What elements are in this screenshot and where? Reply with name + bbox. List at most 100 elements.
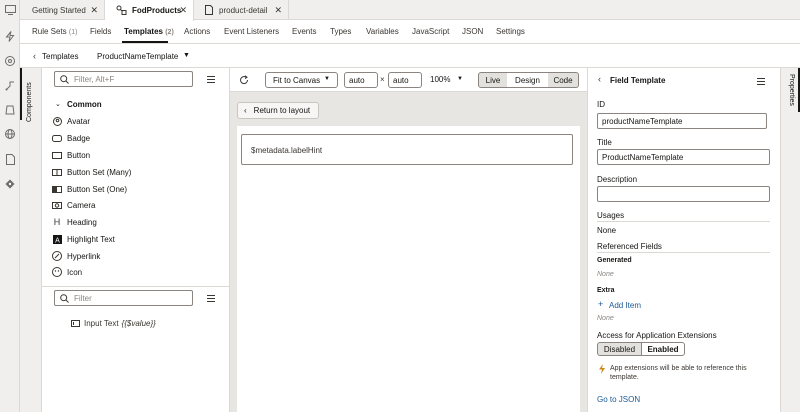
design-canvas[interactable]: $metadata.labelHint [237, 126, 580, 412]
go-to-json-link[interactable]: Go to JSON [597, 395, 640, 404]
process-icon[interactable] [4, 80, 16, 92]
add-icon[interactable]: + [598, 299, 603, 309]
avatar-icon [52, 116, 62, 126]
caret-down-icon[interactable]: ▼ [183, 52, 190, 59]
input-text-icon [71, 319, 81, 328]
zoom-dropdown[interactable]: 100% [430, 75, 450, 84]
canvas-width-input[interactable]: auto [344, 72, 378, 88]
component-badge[interactable]: Badge [52, 133, 90, 143]
breadcrumb-current[interactable]: ProductNameTemplate [97, 52, 178, 61]
tab-event-listeners[interactable]: Event Listeners [224, 27, 279, 36]
component-heading[interactable]: H Heading [52, 217, 97, 227]
chevron-left-icon[interactable]: ‹ [33, 51, 36, 61]
generated-label: Generated [597, 257, 632, 264]
component-avatar[interactable]: Avatar [52, 116, 90, 126]
structure-item-input-text[interactable]: Input Text {{$value}} [71, 319, 156, 328]
id-field[interactable]: productNameTemplate [597, 113, 767, 129]
enabled-toggle[interactable]: Enabled [641, 342, 685, 356]
refresh-icon[interactable] [238, 74, 249, 85]
return-to-layout-button[interactable]: ‹ Return to layout [237, 102, 319, 119]
business-object-icon [116, 5, 127, 15]
menu-icon[interactable] [756, 76, 766, 86]
caret-down-icon[interactable]: ▼ [457, 76, 463, 82]
tab-fields[interactable]: Fields [90, 27, 111, 36]
lightning-icon [597, 364, 606, 374]
button-icon [52, 150, 62, 160]
times-sign: × [380, 75, 385, 84]
canvas-height-input[interactable]: auto [388, 72, 422, 88]
monitor-icon[interactable] [4, 4, 16, 16]
chevron-left-icon[interactable]: ‹ [598, 74, 601, 84]
tab-events[interactable]: Events [292, 27, 316, 36]
properties-strip-label[interactable]: Properties [788, 74, 795, 106]
components-filter-input[interactable]: Filter, Alt+F [54, 71, 193, 87]
live-toggle[interactable]: Live [478, 72, 508, 88]
tab-types[interactable]: Types [330, 27, 351, 36]
badge-icon [52, 133, 62, 143]
tab-product-detail[interactable]: product-detail ✕ [194, 0, 289, 20]
component-camera[interactable]: Camera [52, 200, 95, 210]
components-panel: Filter, Alt+F ⌄ Common Avatar Badge Butt… [42, 68, 230, 412]
menu-icon[interactable] [206, 293, 216, 303]
title-field[interactable]: ProductNameTemplate [597, 149, 770, 165]
disabled-toggle[interactable]: Disabled [597, 342, 642, 356]
components-strip-label[interactable]: Components [26, 82, 33, 122]
properties-strip[interactable]: Properties [780, 68, 800, 412]
structure-filter-input[interactable]: Filter [54, 290, 193, 306]
button-set-icon [52, 167, 62, 177]
generated-value: None [597, 271, 614, 278]
components-strip[interactable]: Components [20, 68, 42, 412]
tab-getting-started[interactable]: Getting Started ✕ [20, 0, 105, 20]
title-label: Title [597, 138, 612, 147]
extra-label: Extra [597, 287, 615, 294]
template-field-component[interactable]: $metadata.labelHint [241, 134, 573, 165]
tab-fodproducts[interactable]: FodProducts ✕ [105, 0, 194, 21]
strip-active-indicator [20, 68, 22, 120]
services-icon[interactable] [4, 104, 16, 116]
panel-divider[interactable] [42, 286, 230, 287]
close-icon[interactable]: ✕ [90, 5, 98, 16]
highlight-text-icon: A [52, 234, 62, 244]
close-icon[interactable]: ✕ [179, 5, 187, 16]
usages-label: Usages [597, 211, 625, 220]
usages-value: None [597, 226, 617, 235]
tab-javascript[interactable]: JavaScript [412, 27, 449, 36]
component-button-set-many[interactable]: Button Set (Many) [52, 167, 131, 177]
heading-icon: H [53, 217, 61, 227]
tab-json[interactable]: JSON [462, 27, 483, 36]
tab-templates[interactable]: Templates (2) [124, 27, 174, 36]
chevron-down-icon[interactable]: ⌄ [55, 100, 61, 108]
field-label-hint: $metadata.labelHint [251, 146, 323, 155]
component-button[interactable]: Button [52, 150, 90, 160]
panel-title: Field Template [610, 76, 666, 85]
globe-icon[interactable] [4, 128, 16, 140]
fit-to-canvas-dropdown[interactable]: Fit to Canvas ▼ [265, 72, 338, 88]
component-highlight-text[interactable]: A Highlight Text [52, 234, 115, 244]
tab-variables[interactable]: Variables [366, 27, 399, 36]
component-button-set-one[interactable]: Button Set (One) [52, 184, 127, 194]
menu-icon[interactable] [206, 74, 216, 84]
close-icon[interactable]: ✕ [274, 5, 282, 16]
lightning-icon[interactable] [4, 30, 16, 42]
designer-subtabs: Rule Sets (1) Fields Templates (2) Actio… [20, 21, 800, 44]
divider [597, 252, 770, 253]
tab-actions[interactable]: Actions [184, 27, 210, 36]
design-toggle[interactable]: Design [507, 72, 549, 88]
breadcrumb-templates-link[interactable]: Templates [42, 52, 78, 61]
search-icon [59, 293, 69, 303]
description-label: Description [597, 175, 638, 184]
web-apps-icon[interactable] [4, 55, 16, 67]
document-icon[interactable] [4, 153, 16, 165]
section-common[interactable]: Common [67, 100, 102, 109]
component-hyperlink[interactable]: Hyperlink [52, 251, 100, 261]
add-item-link[interactable]: Add Item [609, 301, 641, 310]
component-icon[interactable]: Icon [52, 267, 82, 277]
access-label: Access for Application Extensions [597, 331, 717, 340]
tab-settings[interactable]: Settings [496, 27, 525, 36]
description-field[interactable] [597, 186, 770, 202]
git-icon[interactable] [4, 178, 16, 190]
tab-rule-sets[interactable]: Rule Sets (1) [32, 27, 77, 36]
caret-down-icon: ▼ [324, 76, 330, 82]
code-toggle[interactable]: Code [548, 72, 579, 88]
properties-panel: ‹ Field Template ID productNameTemplate … [587, 68, 780, 412]
